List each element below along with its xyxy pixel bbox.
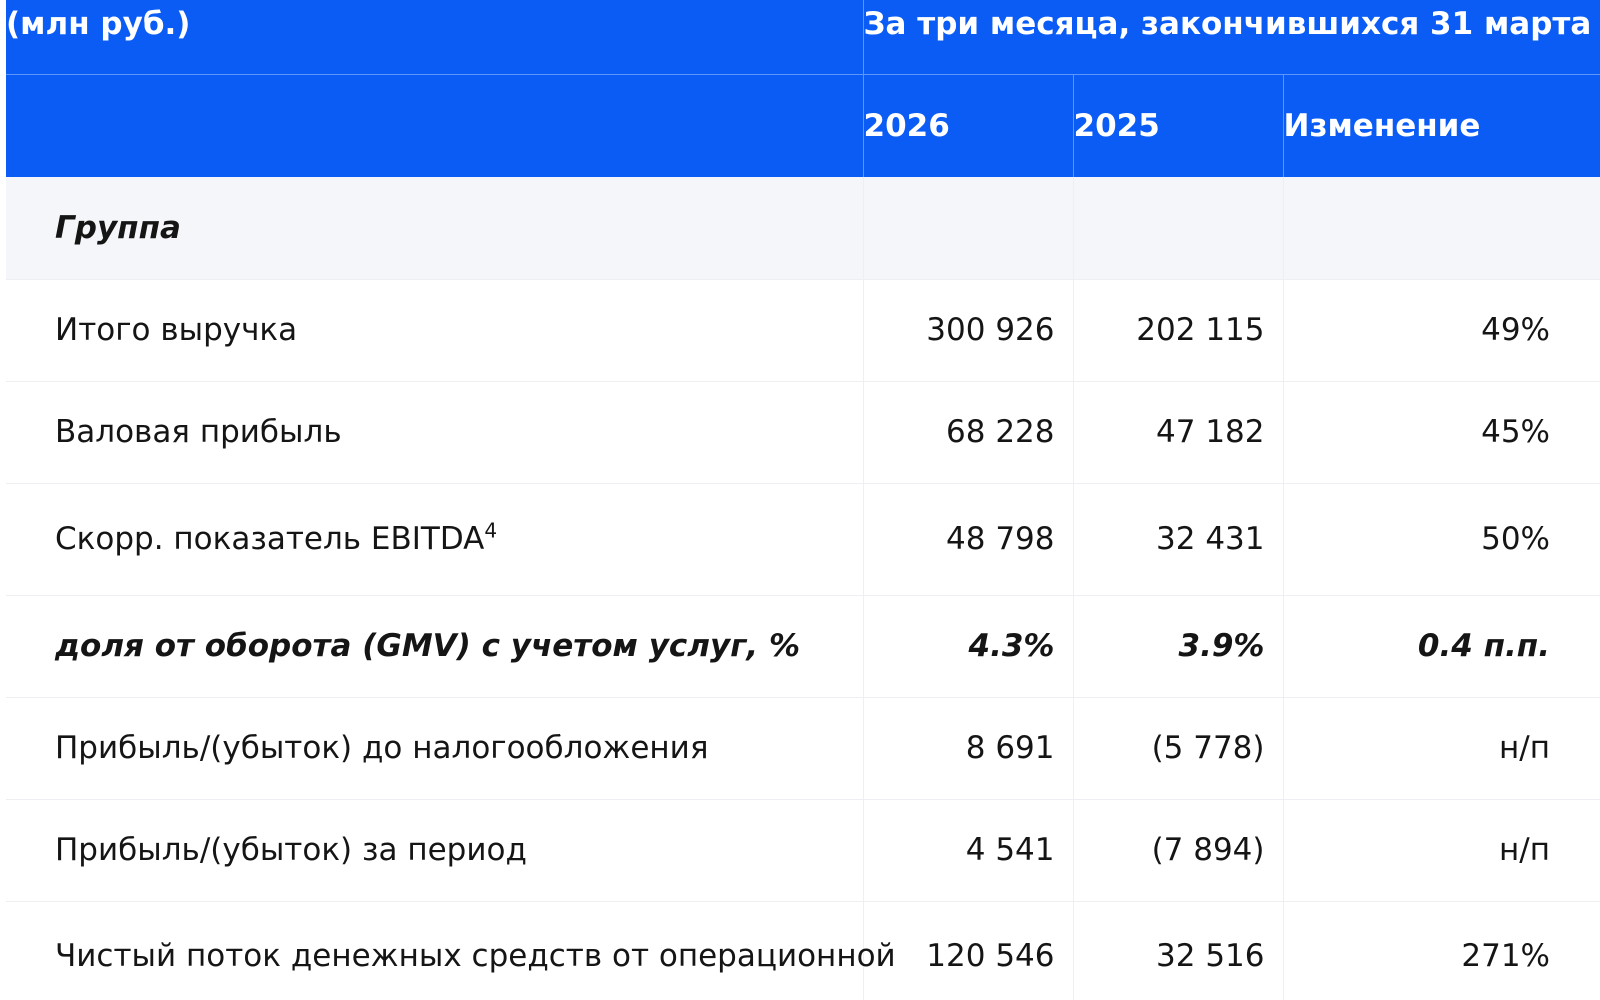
section-row-group: Группа xyxy=(6,177,1600,280)
footnote-marker: 4 xyxy=(484,518,498,543)
column-header-2026-label: 2026 xyxy=(863,107,950,144)
value-change: н/п xyxy=(1283,799,1600,902)
value-2026: 4 541 xyxy=(863,799,1074,902)
column-header-change: Изменение xyxy=(1283,74,1600,177)
row-label: Прибыль/(убыток) до налогообложения xyxy=(6,697,864,800)
row-label-text: Скорр. показатель EBITDA xyxy=(55,521,485,557)
empty-cell xyxy=(863,177,1074,280)
value-change: н/п xyxy=(1283,697,1600,800)
table-row: Прибыль/(убыток) до налогообложения 8 69… xyxy=(6,697,1600,800)
value-2026: 68 228 xyxy=(863,381,1074,484)
row-label: Прибыль/(убыток) за период xyxy=(6,799,864,902)
column-header-2025-label: 2025 xyxy=(1073,107,1160,144)
value-2025: 47 182 xyxy=(1073,381,1284,484)
empty-cell xyxy=(1073,177,1284,280)
value-change: 0.4 п.п. xyxy=(1283,595,1600,698)
value-2026: 8 691 xyxy=(863,697,1074,800)
table-row: Чистый поток денежных средств от операци… xyxy=(6,901,1600,1000)
table-row: доля от оборота (GMV) с учетом услуг, % … xyxy=(6,595,1600,698)
row-label: Скорр. показатель EBITDA4 xyxy=(6,483,864,596)
period-header: За три месяца, закончившихся 31 марта xyxy=(863,0,1600,75)
empty-header-cell xyxy=(6,74,864,177)
value-2025: 3.9% xyxy=(1073,595,1284,698)
value-2026: 4.3% xyxy=(863,595,1074,698)
units-header: (млн руб.) xyxy=(6,0,864,75)
table-row: Валовая прибыль 68 228 47 182 45% xyxy=(6,381,1600,484)
value-change: 271% xyxy=(1283,901,1600,1000)
units-label: (млн руб.) xyxy=(6,6,191,42)
value-change: 49% xyxy=(1283,279,1600,382)
value-change: 45% xyxy=(1283,381,1600,484)
value-2025: 202 115 xyxy=(1073,279,1284,382)
row-label: Итого выручка xyxy=(6,279,864,382)
table-row: Скорр. показатель EBITDA4 48 798 32 431 … xyxy=(6,483,1600,596)
value-2025: 32 516 xyxy=(1073,901,1284,1000)
value-2026: 300 926 xyxy=(863,279,1074,382)
table-row: Итого выручка 300 926 202 115 49% xyxy=(6,279,1600,382)
header-row-years: 2026 2025 Изменение xyxy=(6,74,1600,177)
table-row: Прибыль/(убыток) за период 4 541 (7 894)… xyxy=(6,799,1600,902)
header-row-period: (млн руб.) За три месяца, закончившихся … xyxy=(6,0,1600,75)
period-label: За три месяца, закончившихся 31 марта xyxy=(863,6,1592,42)
row-label: Валовая прибыль xyxy=(6,381,864,484)
empty-cell xyxy=(1283,177,1600,280)
column-header-2026: 2026 xyxy=(863,74,1074,177)
financial-results-page: (млн руб.) За три месяца, закончившихся … xyxy=(0,0,1600,1000)
value-2025: 32 431 xyxy=(1073,483,1284,596)
value-2025: (7 894) xyxy=(1073,799,1284,902)
financial-results-table: (млн руб.) За три месяца, закончившихся … xyxy=(6,0,1600,1000)
value-2025: (5 778) xyxy=(1073,697,1284,800)
value-change: 50% xyxy=(1283,483,1600,596)
column-header-2025: 2025 xyxy=(1073,74,1284,177)
value-2026: 48 798 xyxy=(863,483,1074,596)
column-header-change-label: Изменение xyxy=(1283,107,1481,144)
row-label: доля от оборота (GMV) с учетом услуг, % xyxy=(6,595,864,698)
row-label: Чистый поток денежных средств от операци… xyxy=(6,901,896,1000)
section-title: Группа xyxy=(6,177,864,280)
